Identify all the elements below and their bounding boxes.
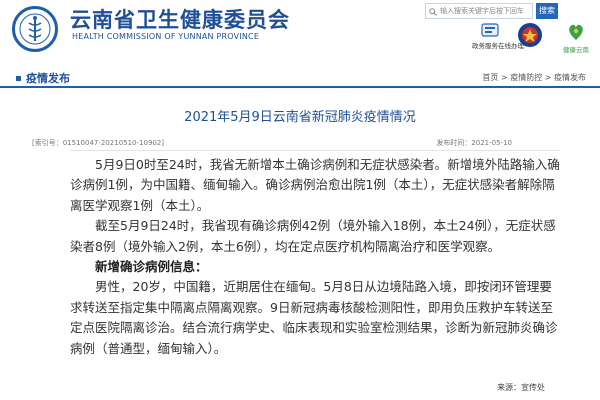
search-input[interactable]: 输入搜索关键字后按下回车 — [425, 3, 533, 19]
site-title[interactable]: 云南省卫生健康委员会 — [70, 4, 290, 34]
search-placeholder: 输入搜索关键字后按下回车 — [440, 7, 524, 15]
bullet-square-icon — [16, 76, 21, 81]
breadcrumb[interactable]: 首页 > 疫情防控 > 疫情发布 — [482, 72, 586, 83]
article-title: 2021年5月9日云南省新冠肺炎疫情情况 — [184, 110, 416, 125]
quick-link-health-label: 健康云南 — [563, 46, 589, 54]
article-source: 来源：宣传处 — [497, 383, 545, 392]
quick-link-service[interactable]: 政务服务在线办理 — [472, 22, 524, 50]
caduceus-icon — [19, 13, 51, 45]
section-title-text: 疫情发布 — [26, 72, 70, 85]
search-icon — [429, 7, 437, 21]
badge-icon — [518, 23, 542, 47]
section-title[interactable]: 疫情发布 — [16, 70, 70, 86]
quick-link-service-label: 政务服务在线办理 — [472, 42, 524, 50]
site-header: 云南省卫生健康委员会 HEALTH COMMISSION OF YUNNAN P… — [0, 0, 600, 66]
quick-link-health-yunnan[interactable]: 健康云南 — [556, 22, 596, 54]
paragraph: 截至5月9日24时，我省现有确诊病例42例（境外输入18例，本土24例），无症状… — [70, 218, 556, 254]
paragraph: 5月9日0时至24时，我省无新增本土确诊病例和无症状感染者。新增境外陆路输入确诊… — [70, 157, 560, 213]
publish-date: 发布时间：2021-05-10 — [436, 139, 512, 147]
site-subtitle: HEALTH COMMISSION OF YUNNAN PROVINCE — [72, 32, 260, 41]
emblem-logo[interactable] — [12, 6, 58, 52]
index-number: [索引号：01510047-20210510-10902] — [32, 139, 165, 147]
article-body: 5月9日0时至24时，我省无新增本土确诊病例和无症状感染者。新增境外陆路输入确诊… — [70, 150, 560, 359]
quick-link-badge[interactable] — [516, 22, 544, 52]
service-icon — [481, 23, 499, 37]
section-nav: 疫情发布 首页 > 疫情防控 > 疫情发布 — [0, 66, 600, 88]
paragraph: 男性，20岁，中国籍，近期居住在缅甸。5月8日从边境陆路入境，即按闭环管理要求转… — [70, 279, 558, 356]
search-button[interactable]: 搜索 — [536, 3, 558, 19]
article-meta: [索引号：01510047-20210510-10902] 发布时间：2021-… — [32, 138, 572, 150]
subheading: 新增确诊病例信息： — [95, 259, 208, 275]
health-yunnan-icon — [569, 24, 583, 40]
quick-links: 政务服务在线办理 健康云南 — [472, 22, 600, 66]
